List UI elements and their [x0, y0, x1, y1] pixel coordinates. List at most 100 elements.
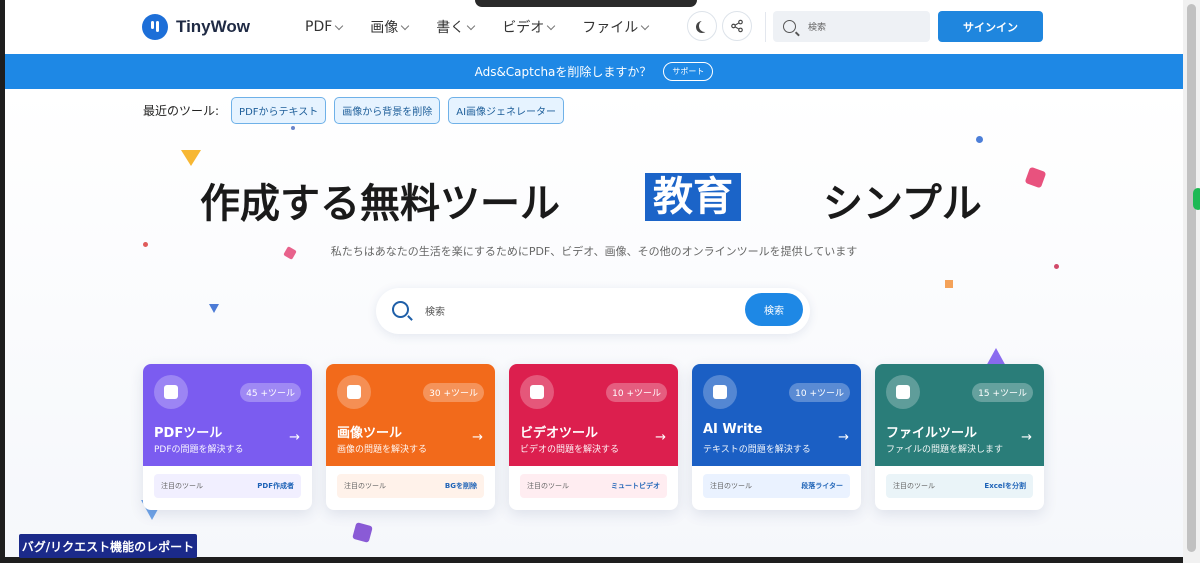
chevron-down-icon: [467, 21, 476, 30]
featured-tool-row[interactable]: 注目のツール 段落ライター: [703, 474, 850, 498]
nav-image[interactable]: 画像: [370, 17, 410, 37]
arrow-right-icon[interactable]: →: [838, 430, 849, 445]
nav-video[interactable]: ビデオ: [502, 17, 556, 37]
category-icon-glyph: [530, 385, 544, 399]
featured-tool-row[interactable]: 注目のツール BGを削除: [337, 474, 484, 498]
tool-category-cards: 45 +ツール PDFツール PDFの問題を解決する → 注目のツール PDF作成者 30 …: [143, 364, 1044, 510]
featured-tool-link[interactable]: BGを削除: [445, 481, 477, 491]
hero-title-highlight: 教育: [645, 173, 741, 221]
recent-chip[interactable]: PDFからテキスト: [231, 97, 327, 124]
category-icon: [520, 375, 554, 409]
chevron-down-icon: [401, 21, 410, 30]
arrow-right-icon[interactable]: →: [655, 430, 666, 445]
scrollbar-thumb[interactable]: [1187, 4, 1196, 552]
arrow-right-icon[interactable]: →: [1021, 430, 1032, 445]
main-nav: PDF 画像 書く ビデオ ファイル: [305, 17, 650, 37]
nav-label: PDF: [305, 19, 333, 35]
card-header: 10 +ツールビデオツールビデオの問題を解決する →: [509, 364, 678, 466]
support-button[interactable]: サポート: [663, 62, 714, 81]
card-title: ビデオツール: [520, 426, 599, 441]
search-placeholder: 検索: [425, 307, 445, 318]
theme-toggle-button[interactable]: [687, 11, 717, 41]
featured-label: 注目のツール: [527, 482, 569, 490]
card-header: 10 +ツール AI Write テキストの問題を解決する →: [692, 364, 861, 466]
featured-tool-link[interactable]: 段落ライター: [801, 481, 843, 491]
card-header: 45 +ツール PDFツール PDFの問題を解決する →: [143, 364, 312, 466]
featured-label: 注目のツール: [344, 482, 386, 490]
tool-card[interactable]: 15 +ツールファイルツールファイルの問題を解決します → 注目のツール Excelを…: [875, 364, 1044, 510]
header-search-input[interactable]: 検索: [773, 11, 930, 42]
card-description: ビデオの問題を解決する: [520, 445, 620, 455]
decor-square: [945, 280, 953, 288]
decor-dot: [976, 136, 983, 143]
hero-title-part1: 作成する無料ツール: [200, 181, 560, 227]
card-header: 30 +ツール画像ツール画像の問題を解決する →: [326, 364, 495, 466]
side-extension-tab[interactable]: [1193, 188, 1200, 210]
featured-tool-link[interactable]: Excelを分割: [984, 481, 1026, 491]
category-icon: [154, 375, 188, 409]
banner-text: Ads&Captchaを削除しますか？: [474, 65, 652, 79]
signin-button[interactable]: サインイン: [938, 11, 1043, 42]
recent-chip[interactable]: 画像から背景を削除: [334, 97, 441, 124]
card-description: ファイルの問題を解決します: [886, 445, 1004, 455]
search-icon: [392, 301, 409, 318]
nav-file[interactable]: ファイル: [582, 17, 650, 37]
nav-pdf[interactable]: PDF: [305, 17, 344, 37]
card-title: AI Write: [703, 422, 763, 437]
tool-card[interactable]: 10 +ツールビデオツールビデオの問題を解決する → 注目のツール ミュートビデオ: [509, 364, 678, 510]
share-button[interactable]: [722, 11, 752, 41]
brand-name: TinyWow: [176, 17, 250, 36]
featured-label: 注目のツール: [893, 482, 935, 490]
share-icon: [731, 19, 743, 33]
featured-tool-row[interactable]: 注目のツール ミュートビデオ: [520, 474, 667, 498]
featured-label: 注目のツール: [710, 482, 752, 490]
featured-tool-row[interactable]: 注目のツール Excelを分割: [886, 474, 1033, 498]
decor-cube: [352, 522, 373, 543]
decor-dot: [291, 126, 295, 130]
search-button[interactable]: 検索: [745, 293, 803, 326]
tool-card[interactable]: 10 +ツール AI Write テキストの問題を解決する → 注目のツール 段落ライター: [692, 364, 861, 510]
category-icon: [886, 375, 920, 409]
arrow-right-icon[interactable]: →: [289, 430, 300, 445]
decor-triangle: [181, 150, 201, 166]
hero-subtitle: 私たちはあなたの生活を楽にするためにPDF、ビデオ、画像、その他のオンラインツー…: [330, 245, 858, 258]
category-icon-glyph: [896, 385, 910, 399]
card-title: 画像ツール: [337, 426, 403, 441]
tool-count-badge: 15 +ツール: [972, 383, 1033, 402]
featured-tool-link[interactable]: ミュートビデオ: [611, 481, 660, 491]
nav-label: ビデオ: [502, 20, 545, 36]
nav-label: 書く: [436, 20, 465, 36]
category-icon-glyph: [347, 385, 361, 399]
recent-tools-label: 最近のツール:: [143, 104, 220, 118]
chevron-down-icon: [547, 21, 556, 30]
scrollbar[interactable]: [1183, 0, 1200, 563]
recent-chip[interactable]: AI画像ジェネレーター: [448, 97, 565, 124]
chevron-down-icon: [641, 21, 650, 30]
logo-icon: [142, 14, 168, 40]
card-title: PDFツール: [154, 426, 223, 441]
tool-count-badge: 10 +ツール: [606, 383, 667, 402]
featured-tool-row[interactable]: 注目のツール PDF作成者: [154, 474, 301, 498]
tool-count-badge: 30 +ツール: [423, 383, 484, 402]
nav-write[interactable]: 書く: [436, 17, 476, 37]
featured-label: 注目のツール: [161, 482, 203, 490]
arrow-right-icon[interactable]: →: [472, 430, 483, 445]
tool-card[interactable]: 30 +ツール画像ツール画像の問題を解決する → 注目のツール BGを削除: [326, 364, 495, 510]
card-header: 15 +ツールファイルツールファイルの問題を解決します →: [875, 364, 1044, 466]
tool-card[interactable]: 45 +ツール PDFツール PDFの問題を解決する → 注目のツール PDF作成者: [143, 364, 312, 510]
recent-tools: 最近のツール: PDFからテキスト 画像から背景を削除 AI画像ジェネレーター: [143, 97, 565, 124]
featured-tool-link[interactable]: PDF作成者: [257, 481, 294, 491]
bug-report-button[interactable]: バグ/リクエスト機能のレポート: [19, 534, 197, 558]
hero-title-part3: シンプル: [823, 181, 982, 227]
card-title: ファイルツール: [886, 426, 978, 441]
card-description: テキストの問題を解決する: [703, 445, 811, 455]
decor-cube: [1024, 166, 1047, 189]
category-icon-glyph: [164, 385, 178, 399]
card-description: 画像の問題を解決する: [337, 445, 428, 455]
logo[interactable]: TinyWow: [142, 14, 250, 40]
card-description: PDFの問題を解決する: [154, 445, 244, 455]
category-icon-glyph: [713, 385, 727, 399]
chevron-down-icon: [335, 21, 344, 30]
nav-label: ファイル: [582, 20, 639, 36]
hero-search-input[interactable]: 検索 検索: [376, 288, 810, 334]
